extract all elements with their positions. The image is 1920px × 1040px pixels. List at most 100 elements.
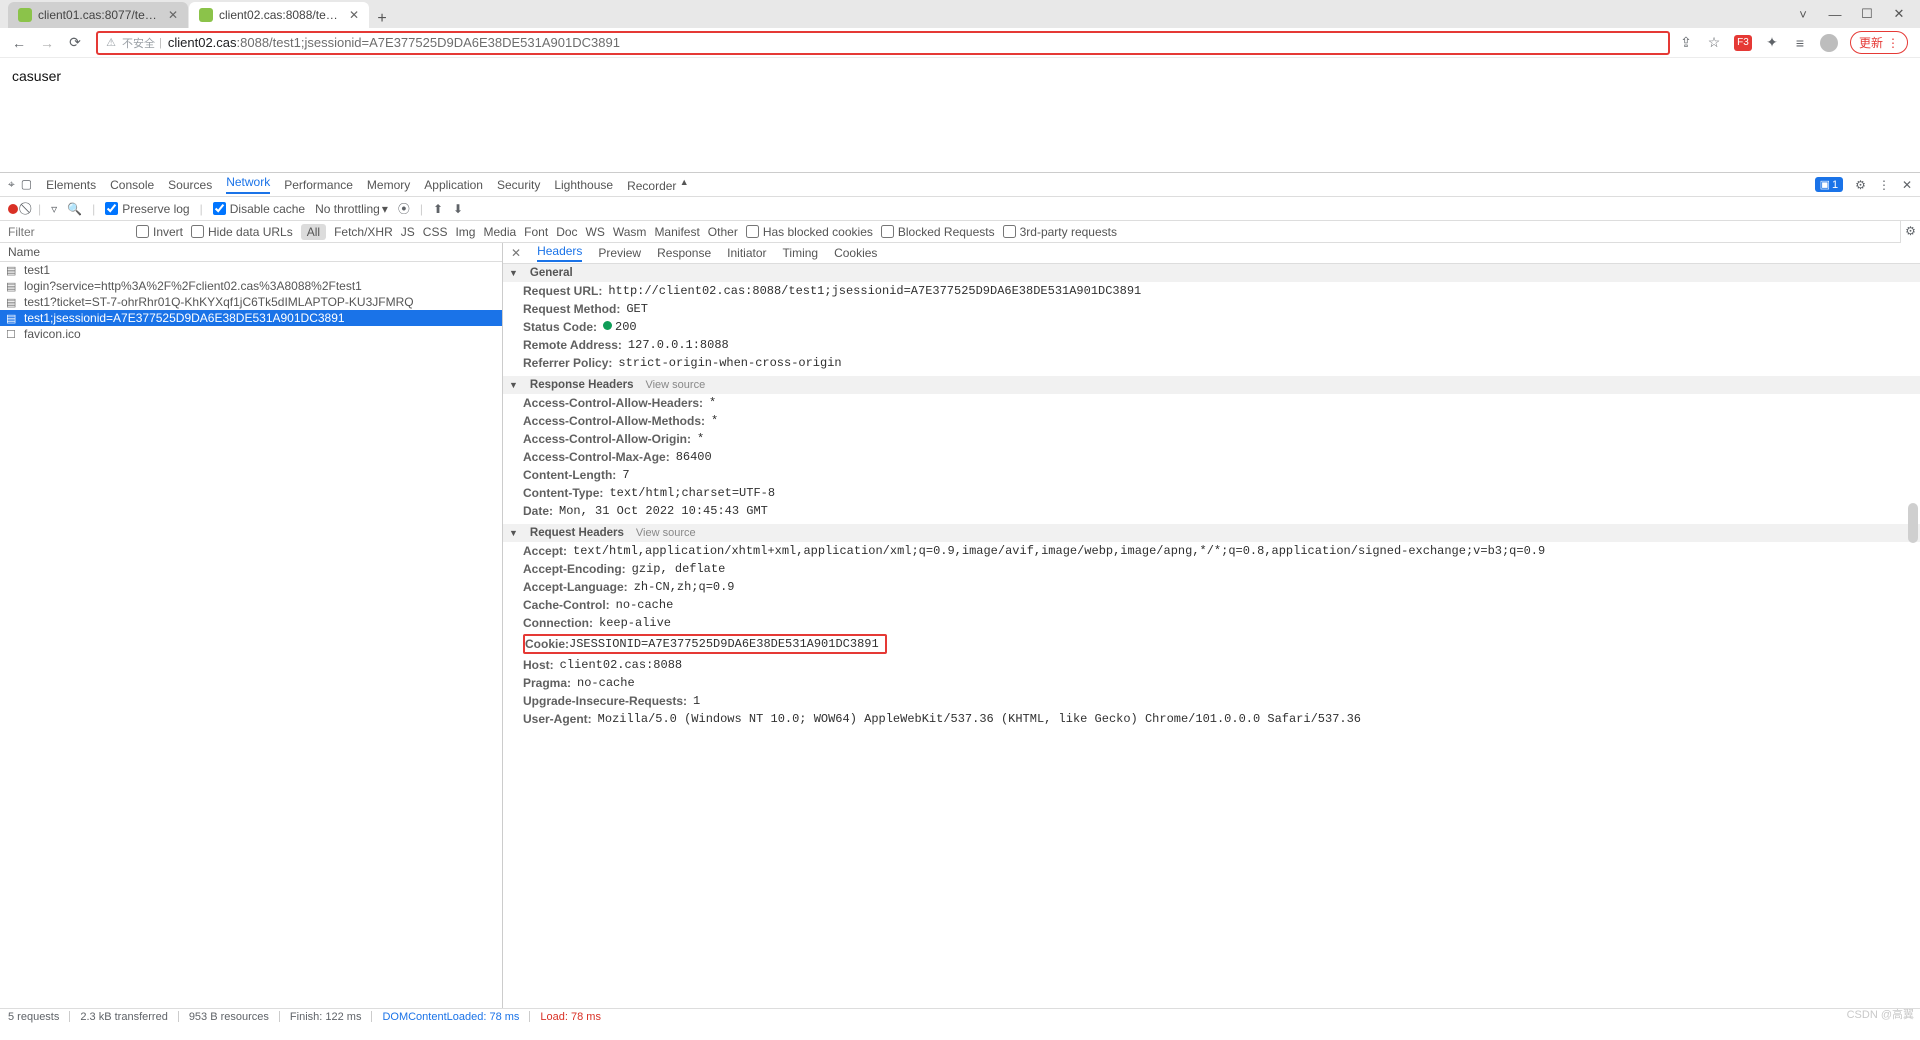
request-name: favicon.ico [24,327,81,341]
gear-icon[interactable]: ⚙ [1905,224,1916,238]
tab-memory[interactable]: Memory [367,178,410,192]
close-icon[interactable]: ✕ [511,246,521,260]
header-value: 200 [603,320,637,334]
section-header[interactable]: ▼General [503,264,1920,282]
filter-chip[interactable]: WS [586,225,605,239]
column-header-name[interactable]: Name [0,243,502,262]
window-maximize-button[interactable]: ☐ [1860,6,1874,22]
filter-input[interactable] [8,225,128,239]
document-icon: ▤ [6,296,18,309]
browser-tab-1[interactable]: client01.cas:8077/test1;jsessioi ✕ [8,2,188,28]
tab-cookies[interactable]: Cookies [834,246,877,260]
address-bar[interactable]: ⚠ 不安全 | client02.cas:8088/test1;jsession… [96,31,1670,55]
blocked-requests-checkbox[interactable]: Blocked Requests [881,225,995,239]
header-value: client02.cas:8088 [560,658,682,672]
close-icon[interactable]: ✕ [1902,178,1912,192]
window-minimize-button[interactable]: — [1828,7,1842,22]
header-key: Status Code: [523,320,597,334]
header-key: Access-Control-Allow-Methods: [523,414,705,428]
blocked-cookies-checkbox[interactable]: Has blocked cookies [746,225,873,239]
kebab-icon[interactable]: ⋮ [1878,178,1890,192]
device-toggle-icon[interactable]: ▢ [21,177,32,192]
reading-list-icon[interactable]: ≡ [1792,35,1808,51]
tab-headers[interactable]: Headers [537,244,582,262]
toolbar-right: ⇪ ☆ F3 ✦ ≡ 更新 ⋮ [1678,31,1912,54]
search-icon[interactable]: 🔍 [67,202,82,216]
window-controls: ˅ — ☐ ✕ [1782,0,1920,28]
new-tab-button[interactable]: + [370,10,394,28]
filter-chip[interactable]: JS [401,225,415,239]
view-source-link[interactable]: View source [636,527,696,539]
section-header[interactable]: ▼Response HeadersView source [503,376,1920,394]
tab-network[interactable]: Network [226,175,270,194]
online-icon[interactable]: ⦿ [398,200,410,217]
tab-timing[interactable]: Timing [783,246,819,260]
filter-chip[interactable]: Wasm [613,225,647,239]
tab-initiator[interactable]: Initiator [727,246,766,260]
record-button[interactable] [8,204,18,214]
insecure-badge[interactable]: ⚠ 不安全 | [104,35,162,51]
chevron-down-icon: ▾ [382,202,388,216]
tab-sources[interactable]: Sources [168,178,212,192]
request-row[interactable]: ☐favicon.ico [0,326,502,342]
issues-badge[interactable]: ▣ 1 [1815,177,1844,192]
chevron-down-icon[interactable]: ˅ [1796,7,1810,22]
tab-security[interactable]: Security [497,178,540,192]
filter-chip[interactable]: Other [708,225,738,239]
tab-recorder[interactable]: Recorder ▲ [627,177,689,193]
gear-icon[interactable]: ⚙ [1855,178,1866,192]
header-row: Access-Control-Allow-Methods: * [503,412,1920,430]
filter-chip[interactable]: Font [524,225,548,239]
extension-badge[interactable]: F3 [1734,35,1752,51]
share-icon[interactable]: ⇪ [1678,35,1694,51]
preserve-log-checkbox[interactable]: Preserve log [105,202,189,216]
hide-data-urls-checkbox[interactable]: Hide data URLs [191,225,293,239]
disable-cache-checkbox[interactable]: Disable cache [213,202,305,216]
browser-tab-2[interactable]: client02.cas:8088/test1;jsessioi ✕ [189,2,369,28]
close-icon[interactable]: ✕ [349,8,359,22]
forward-button[interactable]: → [36,32,58,54]
invert-checkbox[interactable]: Invert [136,225,183,239]
extensions-icon[interactable]: ✦ [1764,35,1780,51]
scrollbar-thumb[interactable] [1908,503,1918,543]
reload-button[interactable]: ⟳ [64,32,86,54]
bookmark-star-icon[interactable]: ☆ [1706,35,1722,51]
throttling-select[interactable]: No throttling ▾ [315,202,388,216]
request-row[interactable]: ▤login?service=http%3A%2F%2Fclient02.cas… [0,278,502,294]
header-row: Accept: text/html,application/xhtml+xml,… [503,542,1920,560]
filter-chip[interactable]: CSS [423,225,448,239]
tab-elements[interactable]: Elements [46,178,96,192]
tab-application[interactable]: Application [424,178,483,192]
filter-chip[interactable]: Manifest [654,225,699,239]
status-resources: 953 B resources [189,1011,269,1023]
status-requests: 5 requests [8,1011,59,1023]
download-icon[interactable]: ⬇ [453,202,463,216]
inspect-icon[interactable]: ⌖ [8,177,15,192]
section-header[interactable]: ▼Request HeadersView source [503,524,1920,542]
request-row[interactable]: ▤test1;jsessionid=A7E377525D9DA6E38DE531… [0,310,502,326]
tab-lighthouse[interactable]: Lighthouse [554,178,613,192]
filter-chip[interactable]: Img [455,225,475,239]
upload-icon[interactable]: ⬆ [433,202,443,216]
profile-avatar[interactable] [1820,34,1838,52]
request-row[interactable]: ▤test1 [0,262,502,278]
view-source-link[interactable]: View source [645,379,705,391]
window-close-button[interactable]: ✕ [1892,6,1906,22]
back-button[interactable]: ← [8,32,30,54]
filter-icon[interactable]: ▿ [51,202,57,216]
filter-chip[interactable]: Doc [556,225,577,239]
tab-console[interactable]: Console [110,178,154,192]
close-icon[interactable]: ✕ [168,8,178,22]
filter-chip-all[interactable]: All [301,224,326,240]
third-party-checkbox[interactable]: 3rd-party requests [1003,225,1117,239]
filter-chip[interactable]: Media [483,225,516,239]
tab-preview[interactable]: Preview [598,246,641,260]
filter-chip[interactable]: Fetch/XHR [334,225,393,239]
header-key: Access-Control-Allow-Headers: [523,396,703,410]
update-button[interactable]: 更新 ⋮ [1850,31,1908,54]
tab-response[interactable]: Response [657,246,711,260]
tab-performance[interactable]: Performance [284,178,353,192]
header-row: Access-Control-Max-Age: 86400 [503,448,1920,466]
status-domcontentloaded: DOMContentLoaded: 78 ms [382,1011,519,1023]
request-row[interactable]: ▤test1?ticket=ST-7-ohrRhr01Q-KhKYXqf1jC6… [0,294,502,310]
